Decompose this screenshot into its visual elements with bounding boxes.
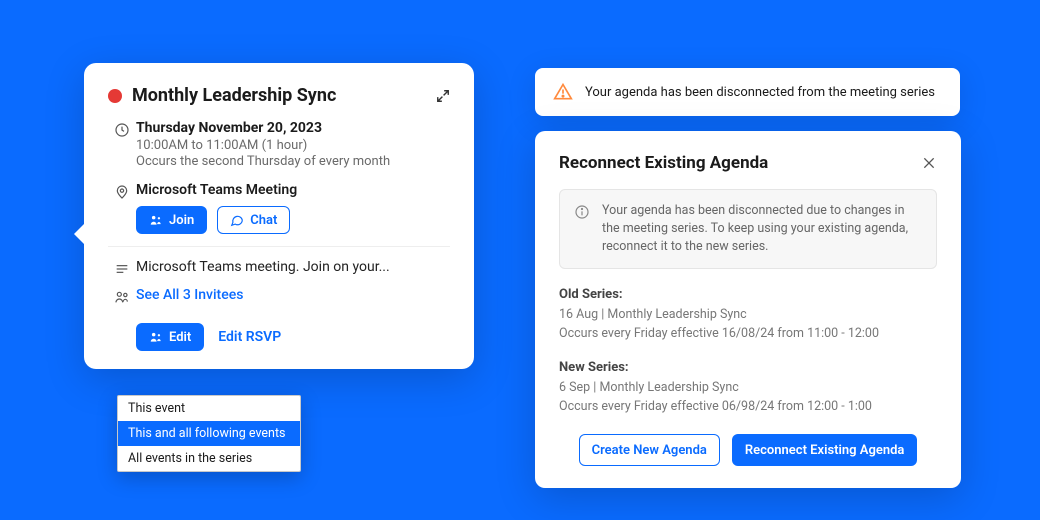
old-series-label: Old Series: <box>559 287 937 302</box>
clock-icon <box>108 120 136 138</box>
reconnect-existing-agenda-button[interactable]: Reconnect Existing Agenda <box>732 434 918 466</box>
edit-recurrence-menu: This event This and all following events… <box>117 395 301 472</box>
event-title: Monthly Leadership Sync <box>132 85 436 106</box>
disconnected-agenda-banner: Your agenda has been disconnected from t… <box>535 68 960 116</box>
banner-text: Your agenda has been disconnected from t… <box>585 85 935 100</box>
teams-icon <box>149 330 163 344</box>
invitees-icon <box>108 287 136 305</box>
calendar-color-dot <box>108 89 122 103</box>
new-series-block: New Series: 6 Sep | Monthly Leadership S… <box>559 360 937 417</box>
modal-info-text: Your agenda has been disconnected due to… <box>602 202 922 256</box>
warning-icon <box>553 82 573 102</box>
edit-menu-this-and-following[interactable]: This and all following events <box>118 421 300 446</box>
divider <box>108 246 450 247</box>
close-icon[interactable] <box>921 155 937 171</box>
old-series-title: 16 Aug | Monthly Leadership Sync <box>559 306 937 325</box>
event-body-preview: Microsoft Teams meeting. Join on your... <box>136 259 450 275</box>
edit-rsvp-link[interactable]: Edit RSVP <box>218 329 281 345</box>
edit-label: Edit <box>169 330 191 345</box>
location-icon <box>108 182 136 200</box>
join-button[interactable]: Join <box>136 206 207 234</box>
chat-button[interactable]: Chat <box>217 206 290 234</box>
new-series-label: New Series: <box>559 360 937 375</box>
reconnect-agenda-modal: Reconnect Existing Agenda Your agenda ha… <box>535 131 961 488</box>
info-icon <box>574 202 592 220</box>
chat-icon <box>230 213 244 227</box>
edit-button[interactable]: Edit <box>136 323 204 351</box>
event-detail-card: Monthly Leadership Sync Thursday Novembe… <box>84 63 474 369</box>
event-location: Microsoft Teams Meeting <box>136 182 450 198</box>
new-series-title: 6 Sep | Monthly Leadership Sync <box>559 379 937 398</box>
old-series-block: Old Series: 16 Aug | Monthly Leadership … <box>559 287 937 344</box>
edit-menu-all-events[interactable]: All events in the series <box>118 446 300 471</box>
old-series-recurrence: Occurs every Friday effective 16/08/24 f… <box>559 325 937 344</box>
new-series-recurrence: Occurs every Friday effective 06/98/24 f… <box>559 398 937 417</box>
create-new-agenda-button[interactable]: Create New Agenda <box>579 434 720 466</box>
teams-icon <box>149 213 163 227</box>
join-label: Join <box>169 213 194 228</box>
expand-icon[interactable] <box>436 89 450 103</box>
description-icon <box>108 259 136 277</box>
chat-label: Chat <box>250 213 277 228</box>
modal-title: Reconnect Existing Agenda <box>559 153 768 173</box>
event-time: 10:00AM to 11:00AM (1 hour) <box>136 138 450 153</box>
see-all-invitees-link[interactable]: See All 3 Invitees <box>136 287 450 303</box>
event-date: Thursday November 20, 2023 <box>136 120 450 136</box>
modal-info-box: Your agenda has been disconnected due to… <box>559 189 937 269</box>
edit-menu-this-event[interactable]: This event <box>118 396 300 421</box>
event-recurrence: Occurs the second Thursday of every mont… <box>136 154 450 169</box>
